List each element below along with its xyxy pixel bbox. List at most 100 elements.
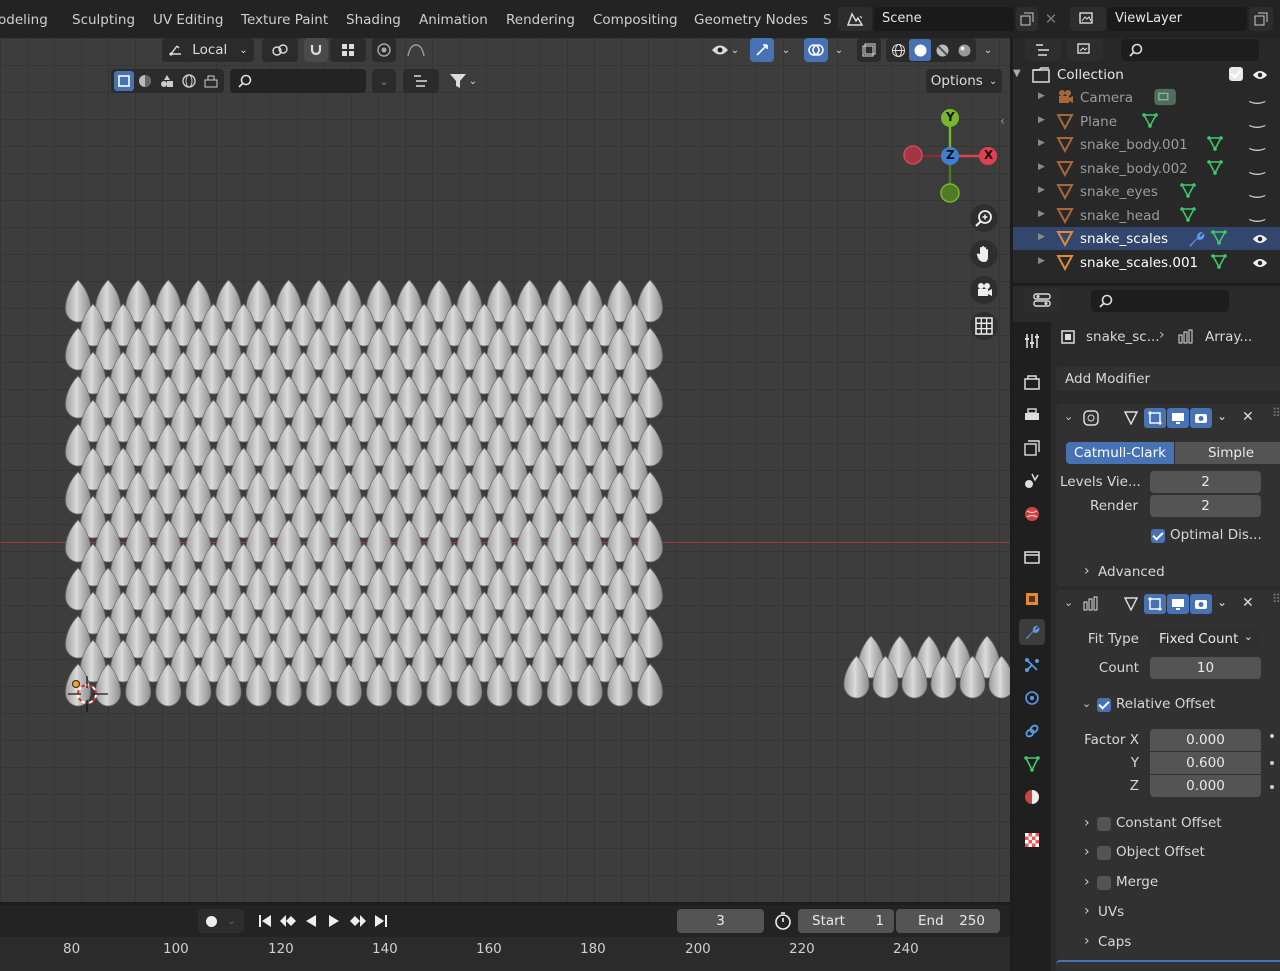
advanced-subpanel-label[interactable]: Advanced — [1098, 564, 1165, 580]
edit-mode-toggle[interactable] — [1120, 408, 1142, 428]
expand-icon[interactable]: ▶ — [1038, 185, 1045, 195]
eye-closed-icon[interactable]: ‿ — [1250, 108, 1264, 129]
merge-checkbox[interactable] — [1097, 876, 1111, 890]
properties-editor-type-button[interactable] — [1024, 288, 1060, 312]
scene-name-field[interactable]: Scene — [874, 7, 1014, 31]
expand-icon[interactable]: ▶ — [1038, 91, 1045, 101]
tab-output[interactable] — [1019, 402, 1045, 428]
next-keyframe-button[interactable] — [346, 909, 370, 933]
tab-modifiers[interactable] — [1019, 619, 1045, 645]
collapse-chevron-icon[interactable]: ⌄ — [1064, 596, 1073, 609]
expand-icon[interactable]: ▼ — [1013, 68, 1021, 79]
caps-subpanel-label[interactable]: Caps — [1098, 934, 1131, 950]
tab-world[interactable] — [1019, 501, 1045, 527]
outliner-row[interactable]: ▶ snake_head ‿ — [1013, 202, 1280, 227]
relative-offset-checkbox[interactable] — [1097, 698, 1111, 712]
view-layer-name-field[interactable]: ViewLayer — [1107, 7, 1247, 31]
modifier-menu-icon[interactable]: ⌄ — [1217, 409, 1227, 423]
collapse-chevron-icon[interactable]: ⌄ — [1082, 697, 1091, 710]
tab-particles[interactable] — [1019, 652, 1045, 678]
tab-render[interactable] — [1019, 369, 1045, 395]
prev-keyframe-button[interactable] — [276, 909, 300, 933]
tab-constraints[interactable] — [1019, 718, 1045, 744]
viewport-display-toggle[interactable] — [1167, 594, 1189, 614]
3d-cursor-icon[interactable] — [66, 674, 110, 714]
chevron-right-icon[interactable]: › — [1084, 903, 1090, 919]
remove-modifier-icon[interactable]: ✕ — [1242, 409, 1254, 425]
viewport-display-toggle[interactable] — [1167, 408, 1189, 428]
optimal-display-checkbox[interactable] — [1151, 529, 1165, 543]
display-mode-button[interactable] — [1067, 39, 1103, 61]
expand-icon[interactable]: ▶ — [1038, 256, 1045, 266]
animate-dot-icon[interactable] — [1270, 785, 1274, 789]
outliner-editor-type-button[interactable] — [1025, 39, 1061, 61]
tab-animation[interactable]: Animation — [419, 12, 488, 28]
eye-closed-icon[interactable]: ‿ — [1250, 84, 1264, 105]
tab-uv-editing[interactable]: UV Editing — [153, 12, 223, 28]
perspective-toggle-button[interactable] — [970, 312, 998, 340]
expand-icon[interactable]: ▶ — [1038, 138, 1045, 148]
on-cage-toggle[interactable] — [1144, 594, 1166, 614]
fit-type-dropdown[interactable]: Fixed Count ⌄ — [1150, 628, 1261, 650]
outliner-search-input[interactable] — [1121, 39, 1259, 61]
tab-view-layer[interactable] — [1019, 435, 1045, 461]
collapse-chevron-icon[interactable]: ⌄ — [1064, 410, 1073, 423]
new-view-layer-button[interactable] — [1249, 7, 1273, 31]
expand-icon[interactable]: ▶ — [1038, 162, 1045, 172]
eye-closed-icon[interactable]: ‿ — [1250, 131, 1264, 152]
properties-search-input[interactable] — [1091, 290, 1229, 312]
tab-texture-paint[interactable]: Texture Paint — [241, 12, 328, 28]
tab-modeling[interactable]: odeling — [0, 12, 48, 28]
tab-data[interactable] — [1019, 751, 1045, 777]
add-modifier-button[interactable]: Add Modifier — [1056, 367, 1280, 391]
chevron-right-icon[interactable]: › — [1084, 874, 1090, 890]
3d-viewport[interactable]: Local ⌄ ⌄ ⌄ ⌄ ⌄ ⌄ ⌄ Options ⌄ ‹ Y X Z — [0, 38, 1010, 902]
render-toggle[interactable] — [1190, 408, 1212, 428]
catmull-clark-button[interactable]: Catmull-Clark — [1066, 442, 1174, 464]
render-toggle[interactable] — [1190, 594, 1212, 614]
new-scene-button[interactable] — [1016, 7, 1038, 31]
zoom-button[interactable] — [970, 204, 998, 232]
drag-handle-icon[interactable]: ⠿ — [1272, 406, 1280, 420]
jump-start-button[interactable] — [254, 909, 276, 933]
outliner-row[interactable]: ▶ snake_eyes ‿ — [1013, 178, 1280, 203]
outliner-row[interactable]: ▶ snake_scales.001 — [1013, 251, 1280, 274]
outliner-collection-row[interactable]: ▼ Collection — [1013, 63, 1280, 86]
use-preview-range-button[interactable] — [770, 909, 796, 933]
modifier-menu-icon[interactable]: ⌄ — [1217, 595, 1227, 609]
breadcrumb-object[interactable]: snake_sc... — [1086, 329, 1160, 345]
constant-offset-checkbox[interactable] — [1097, 817, 1111, 831]
remove-modifier-icon[interactable]: ✕ — [1242, 595, 1254, 611]
outliner-row[interactable]: ▶ Camera ‿ — [1013, 84, 1280, 109]
eye-icon[interactable] — [1252, 257, 1268, 269]
tab-tool[interactable] — [1019, 328, 1045, 354]
start-frame-field[interactable]: Start 1 — [798, 909, 894, 933]
tab-scene[interactable] — [1019, 468, 1045, 494]
snake-scales-mesh[interactable] — [0, 38, 1010, 902]
current-frame-field[interactable]: 3 — [677, 909, 764, 933]
tab-geometry-nodes[interactable]: Geometry Nodes — [694, 12, 808, 28]
unlink-scene-button[interactable]: ✕ — [1040, 7, 1062, 31]
animate-dot-icon[interactable] — [1270, 734, 1274, 738]
tab-sculpting[interactable]: Sculpting — [72, 12, 135, 28]
factor-z-field[interactable]: 0.000 — [1150, 775, 1261, 797]
outliner-row[interactable]: ▶ snake_body.002 ‿ — [1013, 155, 1280, 180]
outliner-row[interactable]: ▶ Plane ‿ — [1013, 108, 1280, 133]
chevron-right-icon[interactable]: › — [1084, 815, 1090, 831]
factor-y-field[interactable]: 0.600 — [1150, 752, 1261, 774]
frame-ruler[interactable] — [0, 937, 1010, 971]
record-button[interactable]: ⌄ — [198, 909, 244, 933]
expand-icon[interactable]: ▶ — [1038, 115, 1045, 125]
play-reverse-button[interactable] — [300, 909, 322, 933]
breadcrumb-modifier[interactable]: Array... — [1205, 329, 1252, 345]
view-layer-selector-button[interactable] — [1070, 7, 1106, 31]
eye-closed-icon[interactable]: ‿ — [1250, 178, 1264, 199]
tab-texture[interactable] — [1019, 827, 1045, 853]
chevron-right-icon[interactable]: › — [1084, 933, 1090, 949]
play-button[interactable] — [323, 909, 345, 933]
tab-physics[interactable] — [1019, 685, 1045, 711]
drag-handle-icon[interactable]: ⠿ — [1272, 592, 1280, 606]
tab-scripting[interactable]: S — [823, 12, 831, 28]
tab-object[interactable] — [1019, 586, 1045, 612]
object-offset-checkbox[interactable] — [1097, 846, 1111, 860]
